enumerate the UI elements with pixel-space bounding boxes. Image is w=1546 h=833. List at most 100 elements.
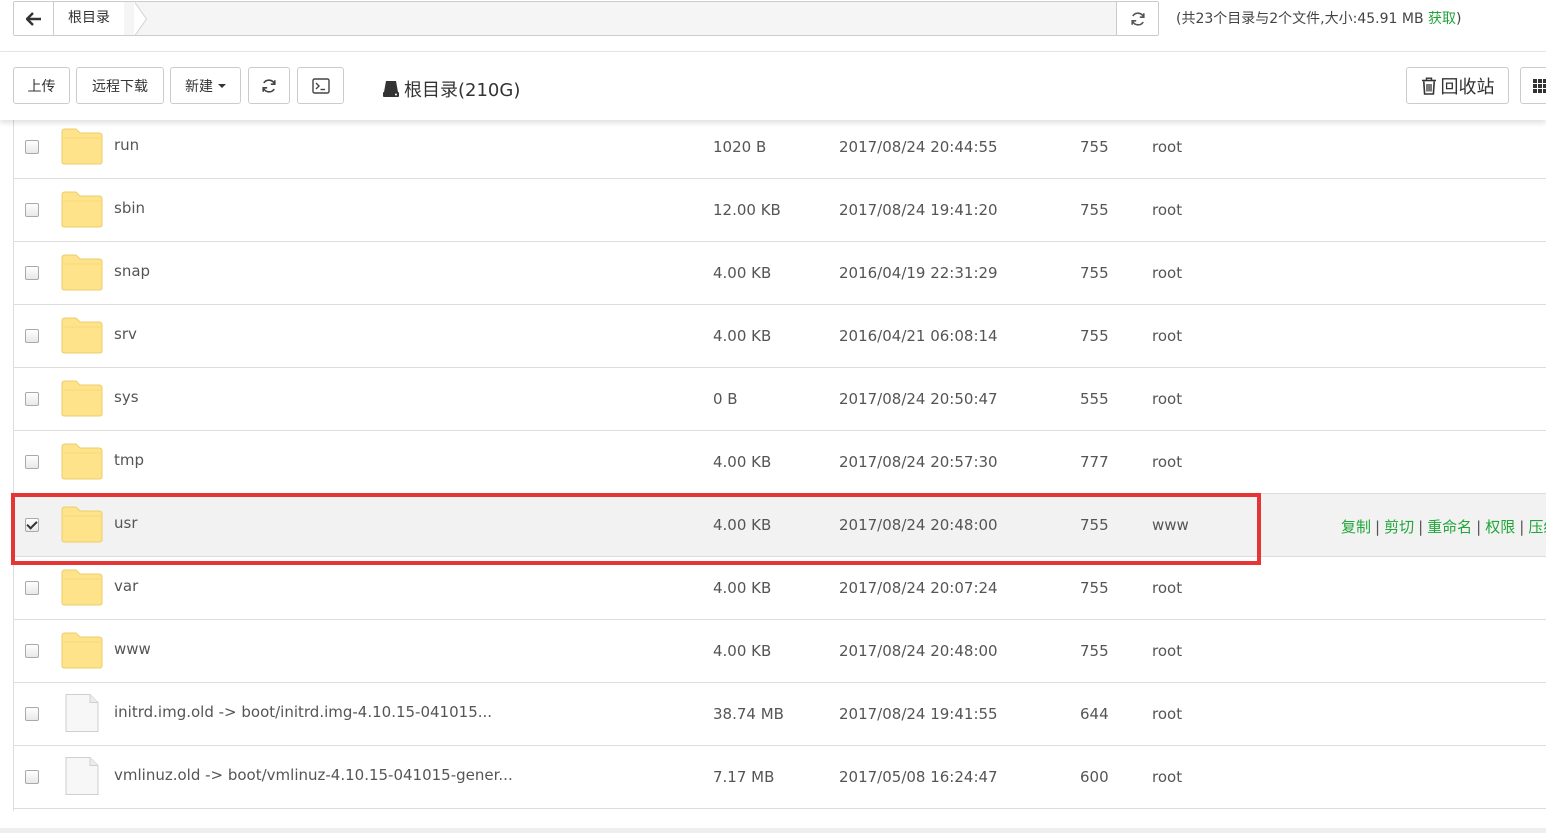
row-checkbox[interactable]	[25, 329, 39, 343]
path-bar: 根目录 (共23个目录与2个文件,大小:45.91 MB 获取)	[0, 0, 1546, 52]
file-permission[interactable]: 600	[1080, 768, 1109, 786]
action-separator: |	[1418, 518, 1424, 536]
file-owner[interactable]: root	[1152, 579, 1182, 597]
breadcrumb-root[interactable]: 根目录	[54, 2, 124, 35]
file-size: 4.00 KB	[713, 327, 772, 345]
terminal-button[interactable]	[297, 67, 344, 104]
file-size: 4.00 KB	[713, 579, 772, 597]
file-date: 2017/08/24 19:41:20	[839, 201, 998, 219]
file-permission[interactable]: 777	[1080, 453, 1109, 471]
file-name[interactable]: vmlinuz.old -> boot/vmlinuz-4.10.15-0410…	[114, 765, 513, 785]
file-date: 2017/08/24 19:41:55	[839, 705, 998, 723]
row-checkbox[interactable]	[25, 140, 39, 154]
upload-button[interactable]: 上传	[13, 67, 70, 104]
file-permission[interactable]: 755	[1080, 516, 1109, 534]
file-permission[interactable]: 755	[1080, 264, 1109, 282]
file-name[interactable]: tmp	[114, 450, 144, 470]
file-owner[interactable]: root	[1152, 453, 1182, 471]
file-size: 12.00 KB	[713, 201, 781, 219]
file-owner[interactable]: www	[1152, 516, 1189, 534]
file-permission[interactable]: 755	[1080, 138, 1109, 156]
action-separator: |	[1476, 518, 1482, 536]
file-row[interactable]: run 1020 B 2017/08/24 20:44:55 755 root	[14, 118, 1546, 179]
file-name[interactable]: sbin	[114, 198, 145, 218]
file-row[interactable]: initrd.img.old -> boot/initrd.img-4.10.1…	[14, 683, 1546, 746]
file-owner[interactable]: root	[1152, 705, 1182, 723]
file-row[interactable]: tmp 4.00 KB 2017/08/24 20:57:30 777 root	[14, 431, 1546, 494]
refresh-button[interactable]	[248, 67, 290, 104]
file-name[interactable]: www	[114, 639, 151, 659]
file-date: 2016/04/21 06:08:14	[839, 327, 998, 345]
back-button[interactable]	[14, 2, 54, 35]
row-checkbox[interactable]	[25, 518, 39, 532]
file-name[interactable]: usr	[114, 513, 138, 533]
caret-down-icon	[218, 83, 226, 88]
row-checkbox[interactable]	[25, 644, 39, 658]
file-row[interactable]: srv 4.00 KB 2016/04/21 06:08:14 755 root	[14, 305, 1546, 368]
file-owner[interactable]: root	[1152, 642, 1182, 660]
refresh-icon	[1130, 11, 1145, 26]
row-checkbox[interactable]	[25, 392, 39, 406]
folder-icon	[61, 128, 103, 165]
folder-icon	[61, 317, 103, 354]
path-input[interactable]: 根目录	[13, 1, 1159, 36]
file-permission[interactable]: 755	[1080, 579, 1109, 597]
file-row[interactable]: snap 4.00 KB 2016/04/19 22:31:29 755 root	[14, 242, 1546, 305]
file-owner[interactable]: root	[1152, 264, 1182, 282]
file-permission[interactable]: 755	[1080, 201, 1109, 219]
file-permission[interactable]: 555	[1080, 390, 1109, 408]
folder-icon	[61, 569, 103, 606]
file-name[interactable]: srv	[114, 324, 137, 344]
file-size: 4.00 KB	[713, 264, 772, 282]
path-refresh-button[interactable]	[1116, 2, 1158, 35]
file-icon	[65, 757, 99, 795]
row-checkbox[interactable]	[25, 770, 39, 784]
file-owner[interactable]: root	[1152, 138, 1182, 156]
file-permission[interactable]: 644	[1080, 705, 1109, 723]
row-action-link[interactable]: 压缩	[1528, 518, 1546, 536]
recycle-bin-label: 回收站	[1440, 76, 1495, 98]
file-owner[interactable]: root	[1152, 201, 1182, 219]
file-row[interactable]: www 4.00 KB 2017/08/24 20:48:00 755 root	[14, 620, 1546, 683]
disk-selector[interactable]: 根目录(210G)	[382, 76, 520, 102]
file-date: 2017/05/08 16:24:47	[839, 768, 998, 786]
remote-download-button[interactable]: 远程下载	[76, 67, 164, 104]
directory-summary: (共23个目录与2个文件,大小:45.91 MB 获取)	[1176, 8, 1461, 28]
row-checkbox[interactable]	[25, 266, 39, 280]
file-row[interactable]: usr 4.00 KB 2017/08/24 20:48:00 755 www 复制 | 剪切…	[14, 494, 1546, 557]
file-permission[interactable]: 755	[1080, 327, 1109, 345]
row-action-link[interactable]: 权限	[1485, 518, 1515, 536]
file-owner[interactable]: root	[1152, 390, 1182, 408]
file-row[interactable]: sbin 12.00 KB 2017/08/24 19:41:20 755 root	[14, 179, 1546, 242]
file-row[interactable]: vmlinuz.old -> boot/vmlinuz-4.10.15-0410…	[14, 746, 1546, 809]
file-owner[interactable]: root	[1152, 768, 1182, 786]
file-size: 38.74 MB	[713, 705, 784, 723]
breadcrumb-separator-fill	[134, 2, 146, 35]
hdd-icon	[383, 81, 399, 97]
file-date: 2017/08/24 20:57:30	[839, 453, 998, 471]
row-checkbox[interactable]	[25, 581, 39, 595]
file-date: 2017/08/24 20:50:47	[839, 390, 998, 408]
row-action-link[interactable]: 剪切	[1384, 518, 1414, 536]
file-name[interactable]: run	[114, 135, 139, 155]
file-owner[interactable]: root	[1152, 327, 1182, 345]
file-row[interactable]: var 4.00 KB 2017/08/24 20:07:24 755 root	[14, 557, 1546, 620]
file-row[interactable]: sys 0 B 2017/08/24 20:50:47 555 root	[14, 368, 1546, 431]
row-checkbox[interactable]	[25, 203, 39, 217]
get-size-link[interactable]: 获取	[1428, 11, 1456, 27]
row-action-link[interactable]: 复制	[1341, 518, 1371, 536]
file-permission[interactable]: 755	[1080, 642, 1109, 660]
file-name[interactable]: sys	[114, 387, 139, 407]
file-name[interactable]: initrd.img.old -> boot/initrd.img-4.10.1…	[114, 702, 492, 722]
view-toggle-button[interactable]	[1520, 67, 1546, 104]
row-action-link[interactable]: 重命名	[1427, 518, 1472, 536]
row-checkbox[interactable]	[25, 455, 39, 469]
terminal-icon	[311, 77, 330, 94]
bottom-divider	[0, 828, 1546, 833]
row-checkbox[interactable]	[25, 707, 39, 721]
file-name[interactable]: var	[114, 576, 138, 596]
new-dropdown-button[interactable]: 新建	[170, 67, 241, 104]
recycle-bin-button[interactable]: 回收站	[1406, 67, 1509, 104]
file-name[interactable]: snap	[114, 261, 150, 281]
file-toolbar: 上传 远程下载 新建 根目录(210G) 回收站	[0, 52, 1546, 120]
